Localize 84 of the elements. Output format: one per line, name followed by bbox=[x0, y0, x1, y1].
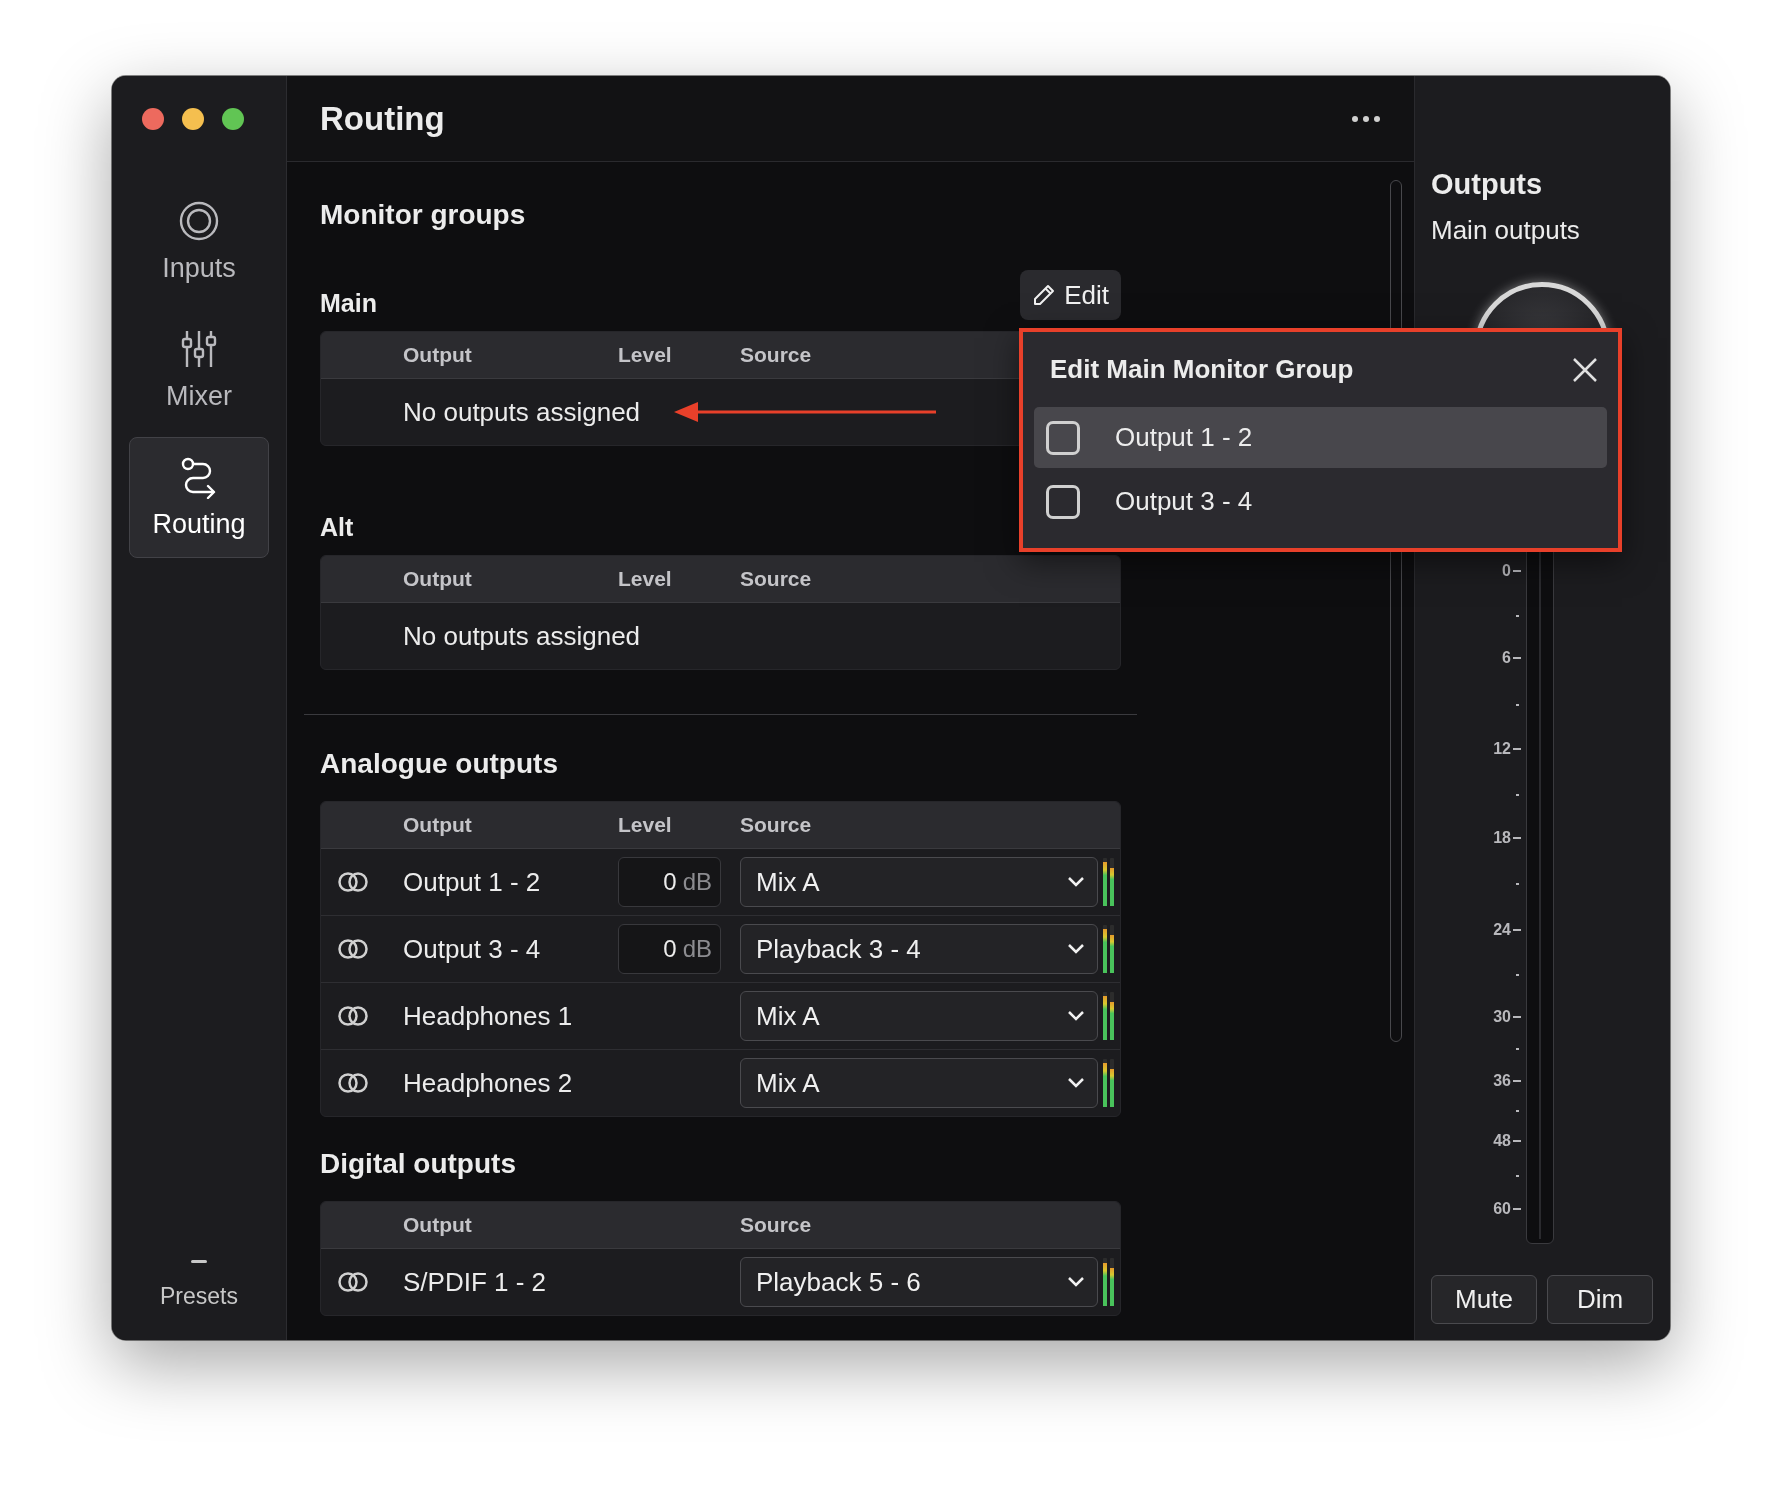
scale-label: 48 bbox=[1493, 1132, 1511, 1150]
level-meter bbox=[1103, 1059, 1107, 1107]
level-meter bbox=[1103, 858, 1107, 906]
linked-circles-icon bbox=[338, 1271, 368, 1293]
panel-subtitle: Main outputs bbox=[1431, 215, 1581, 246]
page-title: Routing bbox=[320, 99, 445, 138]
pencil-icon bbox=[1032, 283, 1057, 307]
chevron-down-icon bbox=[1067, 943, 1085, 955]
more-icon[interactable] bbox=[1351, 114, 1381, 123]
source-dropdown[interactable]: Mix A bbox=[740, 857, 1098, 907]
output-name: Output 1 - 2 bbox=[403, 866, 542, 898]
option-row[interactable]: Output 1 - 2 bbox=[1034, 407, 1607, 468]
concentric-circles-icon bbox=[177, 199, 221, 243]
linked-circles-icon bbox=[338, 1072, 368, 1094]
scale-label: 12 bbox=[1493, 740, 1511, 758]
toggle-button[interactable]: Mute bbox=[1431, 1275, 1537, 1324]
section-title: Monitor groups bbox=[320, 198, 527, 232]
column-header: Source bbox=[740, 343, 813, 367]
output-name: Headphones 1 bbox=[403, 1000, 574, 1032]
level-meter bbox=[1103, 1258, 1107, 1306]
dash-icon bbox=[191, 1260, 207, 1263]
column-header: Source bbox=[740, 567, 813, 591]
column-header: Output bbox=[403, 813, 473, 837]
level-meter bbox=[1103, 992, 1107, 1040]
linked-circles-icon bbox=[338, 1005, 368, 1027]
sidebar-item[interactable]: Mixer bbox=[129, 309, 269, 430]
section-title: Digital outputs bbox=[320, 1147, 517, 1181]
output-name: S/PDIF 1 - 2 bbox=[403, 1266, 548, 1298]
source-dropdown[interactable]: Playback 5 - 6 bbox=[740, 1257, 1098, 1307]
checkbox[interactable] bbox=[1046, 484, 1080, 519]
empty-message: No outputs assigned bbox=[403, 396, 641, 428]
scale-label: 30 bbox=[1493, 1008, 1511, 1026]
column-header: Level bbox=[618, 567, 673, 591]
level-meter bbox=[1110, 858, 1114, 906]
level-field[interactable]: 0 dB bbox=[618, 924, 721, 974]
window-control[interactable] bbox=[222, 108, 244, 130]
column-header: Source bbox=[740, 813, 813, 837]
level-meter bbox=[1103, 925, 1107, 973]
chevron-down-icon bbox=[1067, 876, 1085, 888]
checkbox[interactable] bbox=[1046, 420, 1080, 455]
panel-title: Outputs bbox=[1431, 168, 1544, 201]
option-label: Output 3 - 4 bbox=[1115, 486, 1253, 517]
edit-button[interactable]: Edit bbox=[1020, 270, 1121, 320]
column-header: Level bbox=[618, 343, 673, 367]
presets-button[interactable]: Presets bbox=[160, 1283, 238, 1310]
column-header: Output bbox=[403, 567, 473, 591]
column-header: Output bbox=[403, 343, 473, 367]
close-icon[interactable] bbox=[1571, 355, 1599, 384]
column-header: Level bbox=[618, 813, 673, 837]
output-name: Output 3 - 4 bbox=[403, 933, 542, 965]
option-row[interactable]: Output 3 - 4 bbox=[1034, 471, 1607, 532]
source-dropdown[interactable]: Mix A bbox=[740, 991, 1098, 1041]
scale-label: 6 bbox=[1502, 649, 1511, 667]
level-field[interactable]: 0 dB bbox=[618, 857, 721, 907]
sidebar-item[interactable]: Routing bbox=[129, 437, 269, 558]
scale-label: 24 bbox=[1493, 921, 1511, 939]
toggle-button[interactable]: Dim bbox=[1547, 1275, 1653, 1324]
chevron-down-icon bbox=[1067, 1077, 1085, 1089]
window-control[interactable] bbox=[142, 108, 164, 130]
linked-circles-icon bbox=[338, 938, 368, 960]
chevron-down-icon bbox=[1067, 1010, 1085, 1022]
scale-label: 60 bbox=[1493, 1200, 1511, 1218]
output-name: Headphones 2 bbox=[403, 1067, 574, 1099]
scale-label: 36 bbox=[1493, 1072, 1511, 1090]
column-header: Output bbox=[403, 1213, 473, 1237]
level-meter bbox=[1110, 1258, 1114, 1306]
linked-circles-icon bbox=[338, 871, 368, 893]
group-title: Alt bbox=[320, 512, 354, 542]
popup-title: Edit Main Monitor Group bbox=[1050, 354, 1354, 385]
column-header: Source bbox=[740, 1213, 813, 1237]
window-control[interactable] bbox=[182, 108, 204, 130]
level-meter bbox=[1110, 925, 1114, 973]
chevron-down-icon bbox=[1067, 1276, 1085, 1288]
level-meter bbox=[1110, 1059, 1114, 1107]
empty-message: No outputs assigned bbox=[403, 620, 641, 652]
group-title: Main bbox=[320, 288, 377, 318]
scale-label: 0 bbox=[1502, 562, 1511, 580]
scale-label: 18 bbox=[1493, 829, 1511, 847]
source-dropdown[interactable]: Playback 3 - 4 bbox=[740, 924, 1098, 974]
level-meter bbox=[1110, 992, 1114, 1040]
option-label: Output 1 - 2 bbox=[1115, 422, 1253, 453]
source-dropdown[interactable]: Mix A bbox=[740, 1058, 1098, 1108]
section-title: Analogue outputs bbox=[320, 747, 559, 781]
sidebar-item[interactable]: Inputs bbox=[129, 181, 269, 302]
